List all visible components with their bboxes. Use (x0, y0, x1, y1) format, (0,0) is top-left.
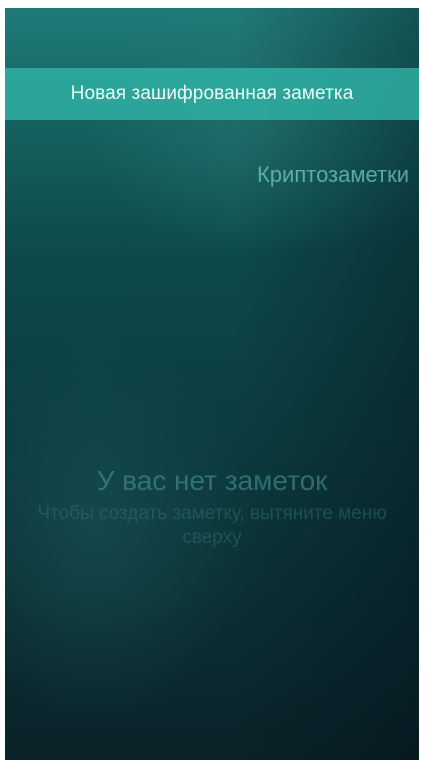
empty-placeholder-title: У вас нет заметок (96, 465, 328, 496)
empty-placeholder-hint: Чтобы создать заметку, вытяните меню све… (37, 503, 387, 548)
empty-placeholder: У вас нет заметок Чтобы создать заметку,… (5, 464, 419, 550)
page-title: Криптозаметки (256, 162, 409, 187)
pulley-menu-item-new-encrypted-note[interactable]: Новая зашифрованная заметка (5, 68, 419, 120)
app-screen: Новая зашифрованная заметка Криптозаметк… (5, 8, 419, 760)
